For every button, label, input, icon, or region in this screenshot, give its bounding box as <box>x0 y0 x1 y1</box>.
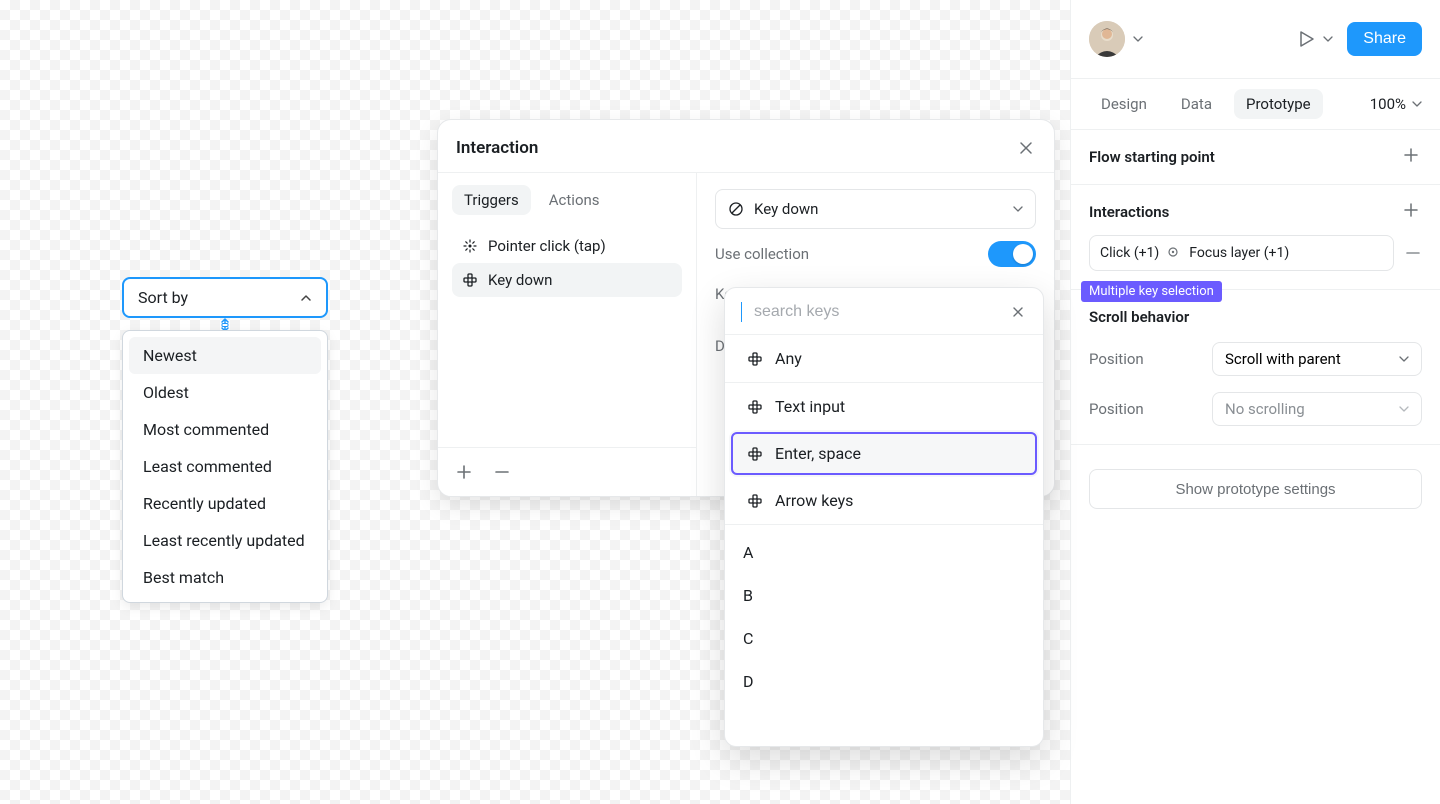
text-cursor <box>741 302 742 322</box>
scroll-select-1-value: Scroll with parent <box>1225 350 1341 368</box>
interactions-title: Interactions <box>1089 203 1169 221</box>
share-button[interactable]: Share <box>1347 22 1422 56</box>
key-picker-dropdown: Any Text input Enter, space Arrow keys A… <box>724 287 1044 747</box>
modal-left-column: Triggers Actions Pointer click (tap) Key… <box>438 173 697 496</box>
zoom-value: 100% <box>1370 95 1406 113</box>
key-option-text-input[interactable]: Text input <box>729 383 1039 430</box>
inspector-tab-prototype[interactable]: Prototype <box>1234 89 1323 119</box>
dpad-icon <box>747 493 763 509</box>
sortby-option-oldest[interactable]: Oldest <box>129 374 321 411</box>
avatar <box>1089 21 1125 57</box>
tooltip-multiple-key: Multiple key selection <box>1081 281 1222 302</box>
trigger-pointer-click[interactable]: Pointer click (tap) <box>452 229 682 263</box>
use-collection-label: Use collection <box>715 245 809 263</box>
remove-trigger-button[interactable] <box>492 462 512 482</box>
key-search-input[interactable] <box>754 303 999 321</box>
sortby-option-newest[interactable]: Newest <box>129 337 321 374</box>
prohibit-icon <box>728 201 744 217</box>
flow-starting-point-title: Flow starting point <box>1089 148 1215 166</box>
sortby-menu: Newest Oldest Most commented Least comme… <box>122 330 328 603</box>
remove-interaction-button[interactable] <box>1404 244 1422 262</box>
close-icon[interactable] <box>1016 138 1036 158</box>
play-icon <box>1295 28 1317 50</box>
trigger-type-label: Key down <box>754 200 818 218</box>
chevron-down-icon <box>1399 354 1409 364</box>
sortby-option-least-commented[interactable]: Least commented <box>129 448 321 485</box>
clear-search-icon[interactable] <box>1009 303 1027 321</box>
sortby-dropdown: Sort by Newest Oldest Most commented Lea… <box>122 277 328 318</box>
key-option-enter-space[interactable]: Enter, space <box>729 430 1039 477</box>
scroll-position-select-1[interactable]: Scroll with parent <box>1212 342 1422 376</box>
dpad-icon <box>747 399 763 415</box>
toggle-knob <box>1013 244 1033 264</box>
show-prototype-settings-button[interactable]: Show prototype settings <box>1089 469 1422 509</box>
chevron-down-icon <box>1013 204 1023 214</box>
key-letter-c[interactable]: C <box>725 617 1043 660</box>
add-interaction-button[interactable] <box>1404 203 1422 221</box>
position-label-2: Position <box>1089 400 1144 418</box>
trigger-keydown-label: Key down <box>488 271 552 289</box>
sortby-option-least-recently-updated[interactable]: Least recently updated <box>129 522 321 559</box>
zoom-control[interactable]: 100% <box>1370 95 1422 113</box>
use-collection-toggle[interactable] <box>988 241 1036 267</box>
add-flow-button[interactable] <box>1404 148 1422 166</box>
chevron-down-icon <box>1412 99 1422 109</box>
target-icon <box>1167 246 1181 260</box>
tab-triggers[interactable]: Triggers <box>452 185 531 215</box>
key-option-enter-space-label: Enter, space <box>775 444 861 463</box>
scroll-position-select-2[interactable]: No scrolling <box>1212 392 1422 426</box>
inspector-tab-data[interactable]: Data <box>1169 89 1224 119</box>
scroll-behavior-title: Scroll behavior <box>1089 308 1422 326</box>
pointer-click-icon <box>462 238 478 254</box>
chevron-down-icon <box>1323 34 1333 44</box>
interaction-chip-focus: Focus layer (+1) <box>1189 245 1289 261</box>
trigger-key-down[interactable]: Key down <box>452 263 682 297</box>
dpad-icon <box>747 351 763 367</box>
chevron-down-icon <box>1399 404 1409 414</box>
user-avatar-menu[interactable] <box>1089 21 1143 57</box>
chevron-up-icon <box>300 292 312 304</box>
sortby-trigger-label: Sort by <box>138 288 188 307</box>
key-letter-b[interactable]: B <box>725 574 1043 617</box>
add-trigger-button[interactable] <box>454 462 474 482</box>
key-option-any-label: Any <box>775 349 802 368</box>
key-letter-d[interactable]: D <box>725 660 1043 703</box>
interaction-chip[interactable]: Click (+1) Focus layer (+1) <box>1089 235 1394 271</box>
key-option-any[interactable]: Any <box>729 335 1039 382</box>
sortby-option-most-commented[interactable]: Most commented <box>129 411 321 448</box>
modal-title: Interaction <box>456 138 538 158</box>
dpad-icon <box>747 446 763 462</box>
inspector-tab-design[interactable]: Design <box>1089 89 1159 119</box>
key-search-row <box>725 288 1043 334</box>
sortby-option-best-match[interactable]: Best match <box>129 559 321 596</box>
scroll-select-2-value: No scrolling <box>1225 400 1305 418</box>
key-option-arrow-keys[interactable]: Arrow keys <box>729 477 1039 524</box>
inspector-panel: Share Design Data Prototype 100% Flow st… <box>1070 0 1440 804</box>
key-option-arrow-keys-label: Arrow keys <box>775 491 853 510</box>
sortby-trigger[interactable]: Sort by <box>122 277 328 318</box>
key-letter-a[interactable]: A <box>725 531 1043 574</box>
sortby-option-recently-updated[interactable]: Recently updated <box>129 485 321 522</box>
trigger-type-select[interactable]: Key down <box>715 189 1036 229</box>
play-prototype-button[interactable] <box>1295 28 1333 50</box>
position-label-1: Position <box>1089 350 1144 368</box>
chevron-down-icon <box>1133 34 1143 44</box>
key-down-icon <box>462 272 478 288</box>
interaction-chip-click: Click (+1) <box>1100 245 1159 261</box>
trigger-pointer-label: Pointer click (tap) <box>488 237 606 255</box>
tab-actions[interactable]: Actions <box>537 185 612 215</box>
key-option-text-input-label: Text input <box>775 397 845 416</box>
